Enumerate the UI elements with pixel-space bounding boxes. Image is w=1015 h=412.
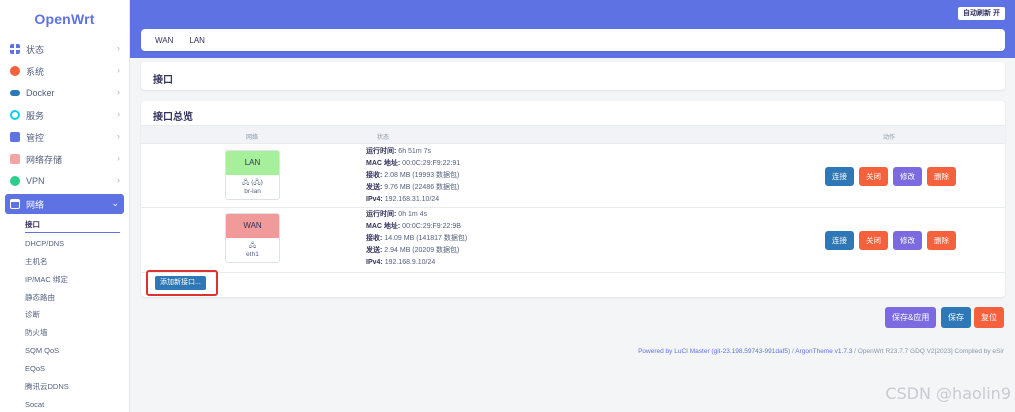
interface-device: 🖧 (🖧) br-lan <box>226 175 279 196</box>
submenu-item-ipmac[interactable]: IP/MAC 绑定 <box>25 271 129 289</box>
overview-title: 接口总览 <box>153 112 193 123</box>
interface-badge-wan: WAN 🖧 eth1 <box>225 213 280 263</box>
chevron-right-icon: › <box>117 131 120 141</box>
chevron-right-icon: › <box>117 87 120 97</box>
tab-lan[interactable]: LAN <box>189 36 205 45</box>
interface-status: 运行时间: 0h 1m 4s MAC 地址: 00:0C:29:F9:22:9B… <box>366 211 468 266</box>
ethernet-icon: 🖧 (🖧) <box>242 179 263 186</box>
theme-link[interactable]: ArgonTheme v1.7.3 <box>795 348 852 355</box>
reset-button[interactable]: 复位 <box>974 307 1004 328</box>
ethernet-icon: 🖧 <box>248 242 257 249</box>
sidebar-item-services[interactable]: 服务 › <box>0 104 129 126</box>
chevron-right-icon: › <box>117 109 120 119</box>
chevron-right-icon: › <box>117 65 120 75</box>
chevron-down-icon: ⌄ <box>111 198 119 208</box>
add-interface-highlight: 添加新接口... <box>146 270 218 296</box>
sidebar-item-label: 系统 <box>26 66 45 77</box>
submenu-item-sqm[interactable]: SQM QoS <box>25 342 129 360</box>
sidebar: OpenWrt 状态 › 系统 › Docker › 服务 › 管控 › 网络存… <box>0 0 130 412</box>
submenu-item-socat[interactable]: Socat <box>25 396 129 412</box>
sidebar-item-vpn[interactable]: VPN › <box>0 170 129 192</box>
sidebar-item-status[interactable]: 状态 › <box>0 38 129 60</box>
sidebar-item-label: 网络 <box>26 199 45 210</box>
interface-name: LAN <box>226 151 279 175</box>
storage-icon <box>10 154 20 164</box>
sidebar-item-nas[interactable]: 网络存储 › <box>0 148 129 170</box>
interface-status: 运行时间: 6h 51m 7s MAC 地址: 00:0C:29:F9:22:9… <box>366 148 461 203</box>
sidebar-item-control[interactable]: 管控 › <box>0 126 129 148</box>
column-actions: 动作 <box>883 135 896 141</box>
interface-badge-lan: LAN 🖧 (🖧) br-lan <box>225 150 280 200</box>
save-button[interactable]: 保存 <box>941 307 971 328</box>
stop-button[interactable]: 关闭 <box>859 167 888 186</box>
chevron-right-icon: › <box>117 175 120 185</box>
chevron-right-icon: › <box>117 153 120 163</box>
network-submenu: 接口 DHCP/DNS 主机名 IP/MAC 绑定 静态路由 诊断 防火墙 SQ… <box>0 216 129 412</box>
docker-icon <box>10 90 20 96</box>
watermark: CSDN @haolin9 <box>885 384 1011 403</box>
sidebar-item-docker[interactable]: Docker › <box>0 82 129 104</box>
sidebar-item-label: 管控 <box>26 132 45 143</box>
submenu-item-ddns[interactable]: 腾讯云DDNS <box>25 378 129 396</box>
submenu-item-routes[interactable]: 静态路由 <box>25 289 129 307</box>
sidebar-item-label: Docker <box>26 88 55 98</box>
footer: Powered by LuCI Master (git-23.198.59743… <box>638 348 1004 355</box>
submenu-item-firewall[interactable]: 防火墙 <box>25 324 129 342</box>
page-title: 接口 <box>141 62 1005 90</box>
submenu-item-eqos[interactable]: EQoS <box>25 360 129 378</box>
delete-button[interactable]: 删除 <box>927 167 956 186</box>
table-row: WAN 🖧 eth1 运行时间: 0h 1m 4s MAC 地址: 00:0C:… <box>141 209 1005 273</box>
submenu-item-dhcp[interactable]: DHCP/DNS <box>25 235 129 253</box>
table-row: LAN 🖧 (🖧) br-lan 运行时间: 6h 51m 7s MAC 地址:… <box>141 144 1005 208</box>
brand-logo[interactable]: OpenWrt <box>0 0 129 38</box>
tab-bar: WAN LAN <box>141 29 1005 51</box>
add-interface-button[interactable]: 添加新接口... <box>155 276 206 290</box>
submenu-item-diagnostics[interactable]: 诊断 <box>25 306 129 324</box>
clipboard-icon <box>10 132 20 142</box>
luci-link[interactable]: Powered by LuCI Master (git-23.198.59743… <box>638 348 790 355</box>
vpn-icon <box>10 176 20 186</box>
connect-button[interactable]: 连接 <box>825 167 854 186</box>
column-status: 状态 <box>377 135 390 141</box>
dashboard-icon <box>10 44 20 54</box>
table-header: 网络 状态 动作 <box>141 125 1005 144</box>
sidebar-item-label: 网络存储 <box>26 154 63 165</box>
link-icon <box>10 110 20 120</box>
sidebar-item-network[interactable]: 网络 ⌄ <box>5 194 124 214</box>
stop-button[interactable]: 关闭 <box>859 231 888 250</box>
column-network: 网络 <box>246 135 259 141</box>
tab-wan[interactable]: WAN <box>155 36 173 45</box>
sidebar-item-label: 状态 <box>26 44 45 55</box>
auto-refresh-button[interactable]: 自动刷新 开 <box>958 7 1005 20</box>
chevron-right-icon: › <box>117 43 120 53</box>
sidebar-item-system[interactable]: 系统 › <box>0 60 129 82</box>
save-apply-button[interactable]: 保存&应用 <box>885 307 937 328</box>
interfaces-overview: 接口总览 网络 状态 动作 LAN 🖧 (🖧) br-lan 运行时间: 6h … <box>141 101 1005 297</box>
edit-button[interactable]: 修改 <box>893 167 922 186</box>
delete-button[interactable]: 删除 <box>927 231 956 250</box>
sidebar-item-label: VPN <box>26 176 45 186</box>
interface-device: 🖧 eth1 <box>226 238 279 259</box>
interface-name: WAN <box>226 214 279 238</box>
connect-button[interactable]: 连接 <box>825 231 854 250</box>
network-icon <box>10 199 20 209</box>
sidebar-item-label: 服务 <box>26 110 45 121</box>
submenu-item-hostnames[interactable]: 主机名 <box>25 253 129 271</box>
edit-button[interactable]: 修改 <box>893 231 922 250</box>
gear-icon <box>10 66 20 76</box>
